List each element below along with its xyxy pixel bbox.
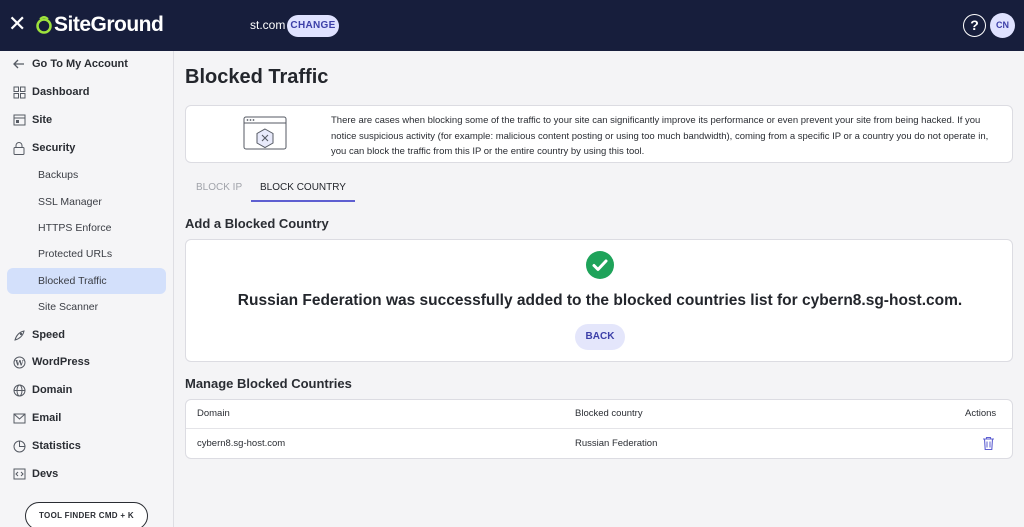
info-card: There are cases when blocking some of th… xyxy=(185,105,1013,163)
sidebar-item-devs[interactable]: Devs xyxy=(12,464,58,484)
code-icon xyxy=(12,467,26,481)
sidebar-item-label: Dashboard xyxy=(32,86,90,98)
logo-swirl-icon xyxy=(36,16,52,34)
column-header-domain: Domain xyxy=(197,408,230,419)
success-card: Russian Federation was successfully adde… xyxy=(185,239,1013,362)
sidebar-sub-https-enforce[interactable]: HTTPS Enforce xyxy=(38,218,112,238)
sidebar-sub-backups[interactable]: Backups xyxy=(38,165,78,185)
sidebar-item-label: Email xyxy=(32,412,62,424)
tool-finder-button[interactable]: TOOL FINDER CMD + K xyxy=(25,502,148,527)
table-divider xyxy=(186,428,1012,429)
back-button[interactable]: BACK xyxy=(575,324,625,350)
sidebar-sub-blocked-traffic[interactable]: Blocked Traffic xyxy=(38,271,107,291)
sidebar-item-label: Speed xyxy=(32,329,66,341)
page-title: Blocked Traffic xyxy=(185,66,329,88)
help-icon[interactable]: ? xyxy=(963,14,986,37)
tab-block-country[interactable]: BLOCK COUNTRY xyxy=(251,178,355,202)
sidebar-item-dashboard[interactable]: Dashboard xyxy=(12,82,89,102)
logo-text: SiteGround xyxy=(54,13,164,36)
sidebar-item-speed[interactable]: Speed xyxy=(12,325,65,345)
dashboard-icon xyxy=(12,85,26,99)
sidebar-sub-ssl-manager[interactable]: SSL Manager xyxy=(38,192,102,212)
sidebar-back-link[interactable]: Go To My Account xyxy=(12,54,128,74)
info-text: There are cases when blocking some of th… xyxy=(331,115,989,157)
change-site-button[interactable]: CHANGE xyxy=(287,15,339,37)
sidebar-item-label: Statistics xyxy=(32,440,81,452)
sidebar-sub-site-scanner[interactable]: Site Scanner xyxy=(38,297,98,317)
site-icon xyxy=(12,113,26,127)
sidebar-item-label: Site xyxy=(32,114,53,126)
siteground-logo[interactable]: SiteGround xyxy=(36,12,164,38)
sidebar-item-label: WordPress xyxy=(32,356,90,368)
tab-block-ip[interactable]: BLOCK IP xyxy=(196,178,246,202)
avatar[interactable]: CN xyxy=(990,13,1015,38)
add-blocked-country-heading: Add a Blocked Country xyxy=(185,216,329,231)
sidebar-item-wordpress[interactable]: W WordPress xyxy=(12,352,90,372)
sidebar-item-security[interactable]: Security xyxy=(12,138,75,158)
sidebar-item-statistics[interactable]: Statistics xyxy=(12,436,81,456)
site-name: st.com xyxy=(250,18,286,32)
top-bar: ✕ SiteGround st.com CHANGE ? CN xyxy=(0,0,1024,51)
blocked-countries-table: Domain Blocked country Actions cybern8.s… xyxy=(185,399,1013,459)
globe-icon xyxy=(12,383,26,397)
sidebar: Go To My Account Dashboard Site Security… xyxy=(0,51,174,527)
sidebar-item-site[interactable]: Site xyxy=(12,110,52,130)
sidebar-item-label: Domain xyxy=(32,384,73,396)
pie-chart-icon xyxy=(12,439,26,453)
table-cell-country: Russian Federation xyxy=(575,438,658,449)
sidebar-back-label: Go To My Account xyxy=(32,58,128,70)
rocket-icon xyxy=(12,328,26,342)
blocked-browser-icon xyxy=(243,116,287,150)
sidebar-item-label: Devs xyxy=(32,468,59,480)
sidebar-sub-protected-urls[interactable]: Protected URLs xyxy=(38,244,112,264)
arrow-left-icon xyxy=(12,57,26,71)
wordpress-icon: W xyxy=(12,355,26,369)
sidebar-item-domain[interactable]: Domain xyxy=(12,380,72,400)
svg-text:W: W xyxy=(14,358,24,367)
close-icon[interactable]: ✕ xyxy=(8,13,26,35)
sidebar-item-label: Security xyxy=(32,142,76,154)
trash-icon[interactable] xyxy=(982,436,995,451)
check-circle-icon xyxy=(586,251,614,279)
success-message: Russian Federation was successfully adde… xyxy=(237,292,963,309)
column-header-actions: Actions xyxy=(965,408,997,419)
table-cell-domain: cybern8.sg-host.com xyxy=(197,438,286,449)
envelope-icon xyxy=(12,411,26,425)
manage-blocked-countries-heading: Manage Blocked Countries xyxy=(185,376,352,391)
sidebar-item-email[interactable]: Email xyxy=(12,408,61,428)
lock-icon xyxy=(12,141,26,155)
column-header-blocked-country: Blocked country xyxy=(575,408,643,419)
